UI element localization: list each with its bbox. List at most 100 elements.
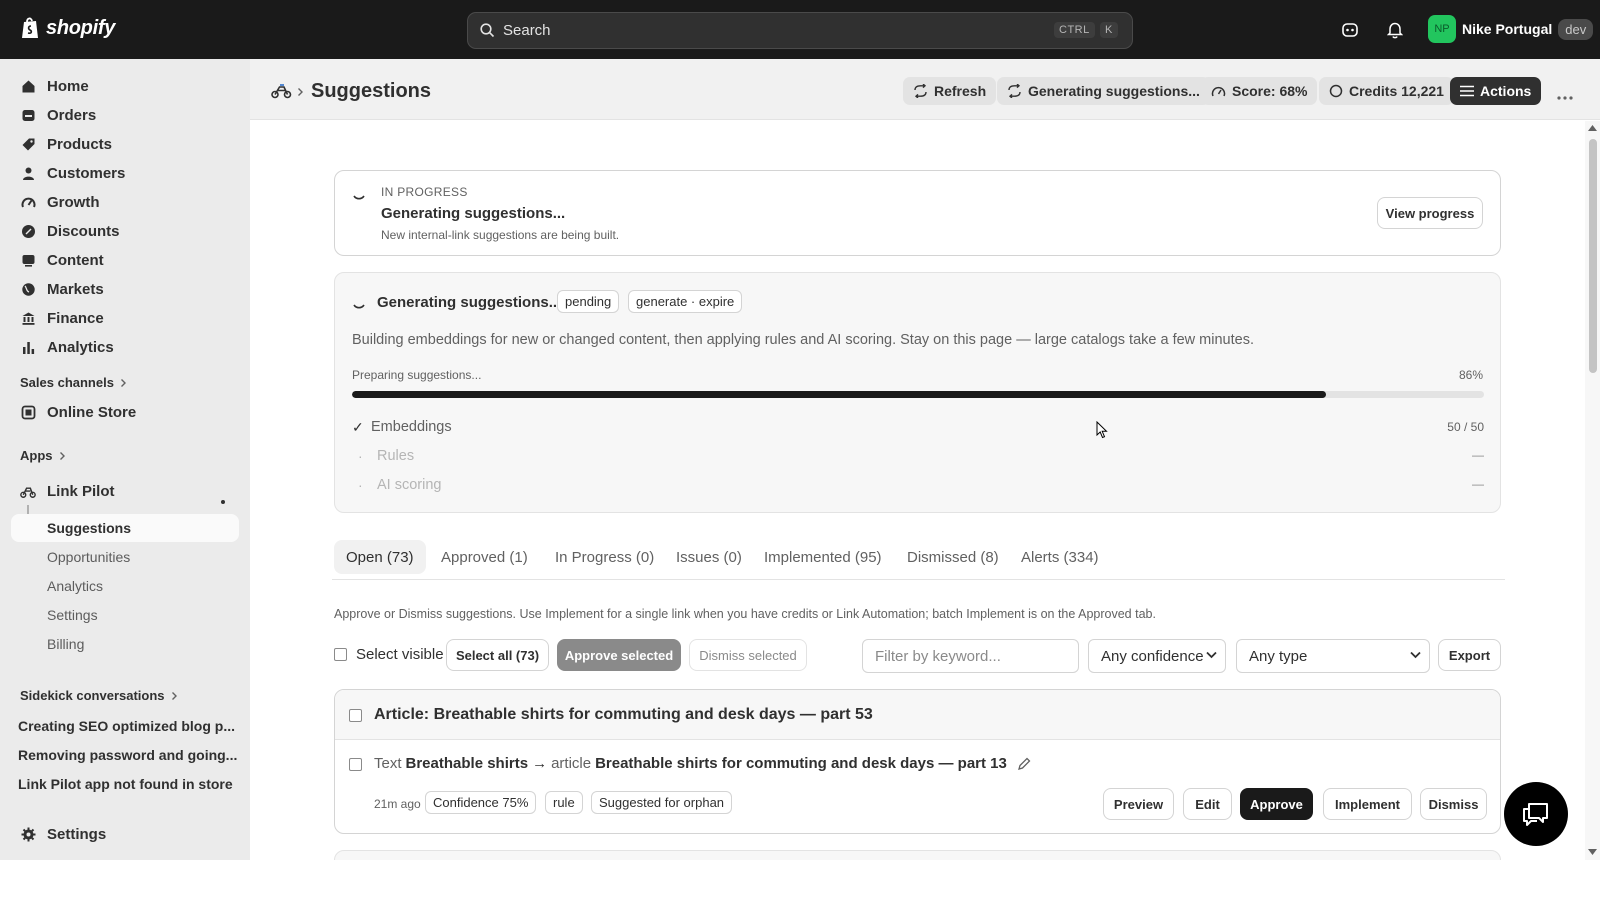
tab-approved[interactable]: Approved (1) — [429, 540, 540, 574]
breadcrumb-chevron-icon — [298, 88, 303, 96]
banner-description: New internal-link suggestions are being … — [381, 228, 620, 242]
refresh-icon — [1008, 84, 1021, 98]
step-value: — — [1472, 448, 1484, 462]
store-menu[interactable]: NP Nike Portugal dev — [1428, 15, 1594, 43]
dismiss-selected-button[interactable]: Dismiss selected — [689, 639, 807, 671]
search-bar[interactable]: Search CTRL K — [467, 12, 1133, 49]
anchor-text: Breathable shirts — [405, 755, 529, 772]
bank-icon — [20, 310, 36, 326]
approve-selected-button[interactable]: Approve selected — [557, 639, 681, 671]
select-value: Any confidence — [1101, 647, 1204, 665]
sidebar-item-finance[interactable]: Finance — [20, 306, 104, 330]
sidebar-item-opportunities[interactable]: Opportunities — [47, 549, 130, 565]
sidekick-conversations-heading[interactable]: Sidekick conversations — [20, 688, 178, 703]
suggestion-checkbox[interactable] — [349, 758, 362, 771]
dismiss-button[interactable]: Dismiss — [1420, 788, 1487, 820]
tab-implemented[interactable]: Implemented (95) — [752, 540, 894, 574]
check-icon: ✓ — [352, 419, 364, 435]
sidebar-item-settings[interactable]: Settings — [20, 822, 106, 846]
export-button[interactable]: Export — [1438, 639, 1501, 671]
sidebar-item-suggestions[interactable]: Suggestions — [47, 520, 131, 536]
status-badge-pending: pending — [557, 290, 620, 313]
credits-button[interactable]: Credits 12,221 — [1319, 77, 1454, 105]
sidebar-item-customers[interactable]: Customers — [20, 161, 125, 185]
sidebar-item-label: Growth — [47, 193, 100, 211]
implement-button[interactable]: Implement — [1323, 788, 1412, 820]
logo-text: shopify — [46, 16, 116, 39]
step-value: — — [1472, 477, 1484, 491]
chat-button[interactable] — [1504, 782, 1568, 846]
sidebar-item-products[interactable]: Products — [20, 132, 112, 156]
edit-button[interactable]: Edit — [1183, 788, 1232, 820]
sidekick-icon[interactable] — [1339, 19, 1361, 41]
select-visible-checkbox[interactable] — [334, 648, 347, 661]
orders-icon — [20, 107, 36, 123]
target-title[interactable]: Breathable shirts for commuting and desk… — [595, 755, 1007, 772]
score-button[interactable]: Score: 68% — [1201, 77, 1318, 105]
sidebar-item-label: Finance — [47, 309, 104, 327]
bottom-strip — [0, 860, 1600, 900]
type-select[interactable]: Any type — [1236, 639, 1430, 673]
tab-dismissed[interactable]: Dismissed (8) — [895, 540, 1011, 574]
target-type: article — [551, 755, 592, 772]
chevron-down-icon — [1206, 651, 1217, 659]
approve-button[interactable]: Approve — [1240, 788, 1313, 820]
suggestion-group-card: Article: Breathable shirts for commuting… — [334, 689, 1501, 834]
tab-open[interactable]: Open (73) — [334, 540, 426, 574]
env-badge: dev — [1558, 18, 1594, 40]
search-icon — [480, 23, 495, 38]
gauge-icon — [20, 194, 36, 210]
apps-heading[interactable]: Apps — [20, 448, 66, 463]
conversation-item[interactable]: Creating SEO optimized blog p... — [18, 718, 235, 734]
sidebar-item-link-pilot[interactable]: Link Pilot — [20, 479, 115, 503]
sidebar-item-app-analytics[interactable]: Analytics — [47, 578, 103, 594]
actions-button[interactable]: Actions — [1450, 77, 1542, 105]
button-label: Generating suggestions... — [1028, 83, 1200, 99]
bell-icon[interactable] — [1384, 19, 1406, 41]
sidebar-item-online-store[interactable]: Online Store — [20, 400, 136, 424]
shopify-logo[interactable]: shopify — [20, 16, 115, 40]
more-options-icon[interactable] — [1556, 88, 1574, 100]
tabs-divider — [332, 579, 1505, 580]
step-value: 50 / 50 — [1447, 420, 1484, 434]
sidebar-item-home[interactable]: Home — [20, 74, 89, 98]
scroll-thumb[interactable] — [1589, 139, 1597, 373]
sidebar-item-markets[interactable]: Markets — [20, 277, 104, 301]
progress-percent: 86% — [1458, 368, 1483, 382]
confidence-select[interactable]: Any confidence — [1088, 639, 1226, 673]
tab-alerts[interactable]: Alerts (334) — [1009, 540, 1111, 574]
tab-in-progress[interactable]: In Progress (0) — [543, 540, 666, 574]
tab-issues[interactable]: Issues (0) — [664, 540, 754, 574]
progress-bar-track — [352, 391, 1484, 398]
refresh-button[interactable]: Refresh — [903, 77, 997, 105]
scrollbar[interactable] — [1585, 121, 1600, 860]
suggestion-time: 21m ago — [374, 797, 421, 811]
group-checkbox[interactable] — [349, 709, 362, 722]
pencil-icon[interactable] — [1017, 757, 1031, 771]
sidebar-item-discounts[interactable]: Discounts — [20, 219, 120, 243]
banner-status: IN PROGRESS — [381, 185, 468, 199]
sidebar-item-orders[interactable]: Orders — [20, 103, 96, 127]
keyword-filter-input[interactable]: Filter by keyword... — [862, 639, 1079, 673]
view-progress-button[interactable]: View progress — [1377, 197, 1483, 229]
shopify-bag-icon — [22, 17, 38, 38]
sidebar-item-analytics[interactable]: Analytics — [20, 335, 114, 359]
chevron-right-icon — [59, 451, 65, 460]
sidebar-item-app-settings[interactable]: Settings — [47, 607, 98, 623]
sidebar-item-growth[interactable]: Growth — [20, 190, 100, 214]
progress-description: Building embeddings for new or changed c… — [352, 332, 1254, 348]
conversation-item[interactable]: Removing password and going... — [18, 747, 237, 763]
generating-suggestions-button[interactable]: Generating suggestions... — [997, 77, 1210, 105]
app-status-dot — [221, 500, 225, 504]
sidebar-item-billing[interactable]: Billing — [47, 636, 84, 652]
sidebar-item-content[interactable]: Content — [20, 248, 104, 272]
arrow-glyph: → — [532, 755, 548, 772]
sidebar: Home Orders Products Customers Growth Di… — [0, 59, 250, 860]
select-all-button[interactable]: Select all (73) — [446, 639, 549, 671]
sales-channels-heading[interactable]: Sales channels — [20, 375, 127, 390]
sidebar-item-label: Markets — [47, 280, 104, 298]
preview-button[interactable]: Preview — [1103, 788, 1174, 820]
conversation-item[interactable]: Link Pilot app not found in store — [18, 776, 233, 792]
select-visible-label[interactable]: Select visible — [356, 646, 444, 663]
section-label: Sales channels — [20, 375, 114, 390]
